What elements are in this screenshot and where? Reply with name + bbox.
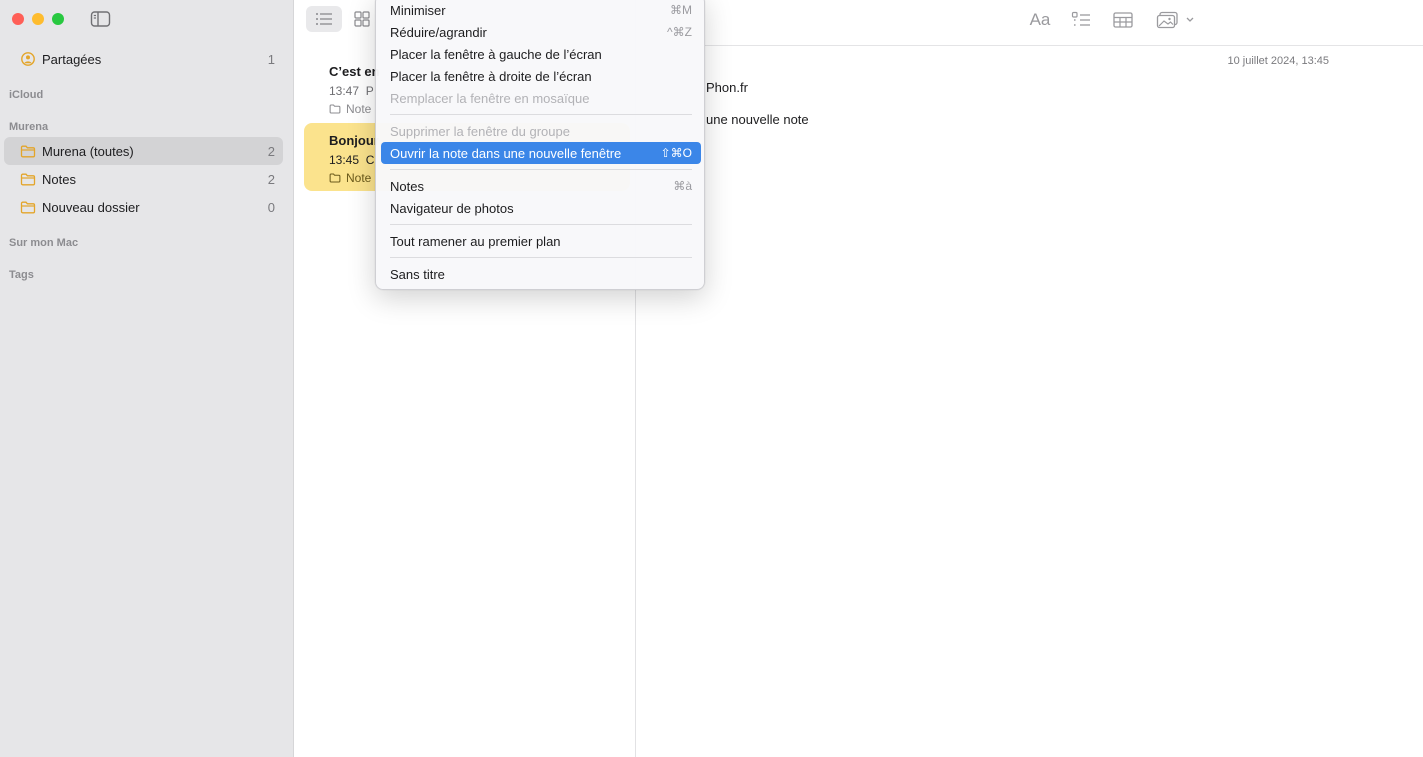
note-preview: C <box>365 153 375 167</box>
photo-icon <box>1156 11 1194 29</box>
menu-item-remove-from-group: Supprimer la fenêtre du groupe <box>381 120 701 142</box>
sidebar-toggle-icon[interactable] <box>90 10 112 28</box>
sidebar-item-count: 0 <box>267 199 275 215</box>
table-button[interactable] <box>1112 10 1134 30</box>
menu-item-tile-left[interactable]: Placer la fenêtre à gauche de l’écran <box>381 43 701 65</box>
sidebar-item-label: Notes <box>42 171 76 187</box>
grid-icon <box>354 11 370 27</box>
note-body-line[interactable]: Phon.fr <box>706 80 748 95</box>
menu-item-untitled-window[interactable]: Sans titre <box>381 263 701 285</box>
menu-item-label: Notes <box>390 178 424 194</box>
menu-item-shortcut: ⌘M <box>670 3 692 17</box>
shared-person-icon <box>18 51 38 67</box>
sidebar-item-label: Nouveau dossier <box>42 199 140 215</box>
menu-item-label: Réduire/agrandir <box>390 24 487 40</box>
menu-item-shortcut: ^⌘Z <box>667 25 692 39</box>
note-folder-label: Note <box>346 171 372 185</box>
menu-item-label: Placer la fenêtre à gauche de l’écran <box>390 46 602 62</box>
close-window-button[interactable] <box>12 13 24 25</box>
note-date: 10 juillet 2024, 13:45 <box>1227 55 1329 67</box>
menu-separator <box>390 224 692 225</box>
section-header-tags[interactable]: Tags <box>9 269 34 281</box>
window-controls <box>12 13 64 25</box>
sidebar-item-label: Partagées <box>42 51 102 67</box>
folder-icon <box>18 143 38 159</box>
sidebar-item-count: 1 <box>267 51 275 67</box>
note-body-line[interactable]: une nouvelle note <box>706 112 809 127</box>
section-header-on-my-mac[interactable]: Sur mon Mac <box>9 237 78 249</box>
menu-item-label: Navigateur de photos <box>390 200 514 216</box>
note-folder-label: Note <box>346 102 372 116</box>
minimize-window-button[interactable] <box>32 13 44 25</box>
folder-icon <box>329 104 341 114</box>
menu-item-photo-browser[interactable]: Navigateur de photos <box>381 197 701 219</box>
sidebar-item-label: Murena (toutes) <box>42 143 134 159</box>
menu-item-zoom[interactable]: Réduire/agrandir ^⌘Z <box>381 21 701 43</box>
note-editor: Aa 10 juillet 2024, 13:45 Phon.fr une no… <box>637 0 1423 757</box>
media-button[interactable] <box>1156 10 1198 30</box>
note-time: 13:45 <box>329 153 360 167</box>
menu-separator <box>390 114 692 115</box>
menu-item-label: Tout ramener au premier plan <box>390 233 561 249</box>
sidebar-item-count: 2 <box>267 143 275 159</box>
list-view-button[interactable] <box>306 6 342 32</box>
sidebar-item-notes[interactable]: Notes 2 <box>4 165 283 193</box>
folder-icon <box>18 199 38 215</box>
menu-item-minimize[interactable]: Minimiser ⌘M <box>381 0 701 21</box>
sidebar-item-count: 2 <box>267 171 275 187</box>
menu-item-bring-all-to-front[interactable]: Tout ramener au premier plan <box>381 230 701 252</box>
menu-item-label: Minimiser <box>390 2 446 18</box>
menu-item-label: Placer la fenêtre à droite de l’écran <box>390 68 592 84</box>
format-text-button[interactable]: Aa <box>1029 10 1051 30</box>
sidebar-item-murena-all[interactable]: Murena (toutes) 2 <box>4 137 283 165</box>
table-icon <box>1113 12 1133 28</box>
folder-icon <box>329 173 341 183</box>
menu-item-label: Ouvrir la note dans une nouvelle fenêtre <box>390 145 622 161</box>
window-menu: Minimiser ⌘M Réduire/agrandir ^⌘Z Placer… <box>375 0 705 290</box>
folder-icon <box>18 171 38 187</box>
zoom-window-button[interactable] <box>52 13 64 25</box>
menu-item-tile-right[interactable]: Placer la fenêtre à droite de l’écran <box>381 65 701 87</box>
checklist-icon <box>1071 11 1090 26</box>
menu-item-label: Remplacer la fenêtre en mosaïque <box>390 90 590 106</box>
note-preview: P <box>365 84 374 98</box>
sidebar-item-new-folder[interactable]: Nouveau dossier 0 <box>4 193 283 221</box>
menu-item-open-note-new-window[interactable]: Ouvrir la note dans une nouvelle fenêtre… <box>381 142 701 164</box>
list-icon <box>316 13 332 25</box>
menu-item-label: Supprimer la fenêtre du groupe <box>390 123 570 139</box>
menu-item-shortcut: ⌘à <box>673 179 692 193</box>
sidebar: Partagées 1 iCloud Murena Murena (toutes… <box>0 0 294 757</box>
note-time: 13:47 <box>329 84 360 98</box>
menu-item-replace-tiled: Remplacer la fenêtre en mosaïque <box>381 87 701 109</box>
menu-item-label: Sans titre <box>390 266 445 282</box>
sidebar-item-shared[interactable]: Partagées 1 <box>4 45 283 73</box>
menu-separator <box>390 257 692 258</box>
menu-item-shortcut: ⇧⌘O <box>660 146 692 160</box>
section-header-murena: Murena <box>9 121 49 133</box>
menu-item-notes[interactable]: Notes ⌘à <box>381 175 701 197</box>
editor-toolbar: Aa <box>637 0 1423 46</box>
checklist-button[interactable] <box>1070 10 1092 30</box>
section-header-icloud: iCloud <box>9 89 44 101</box>
menu-separator <box>390 169 692 170</box>
